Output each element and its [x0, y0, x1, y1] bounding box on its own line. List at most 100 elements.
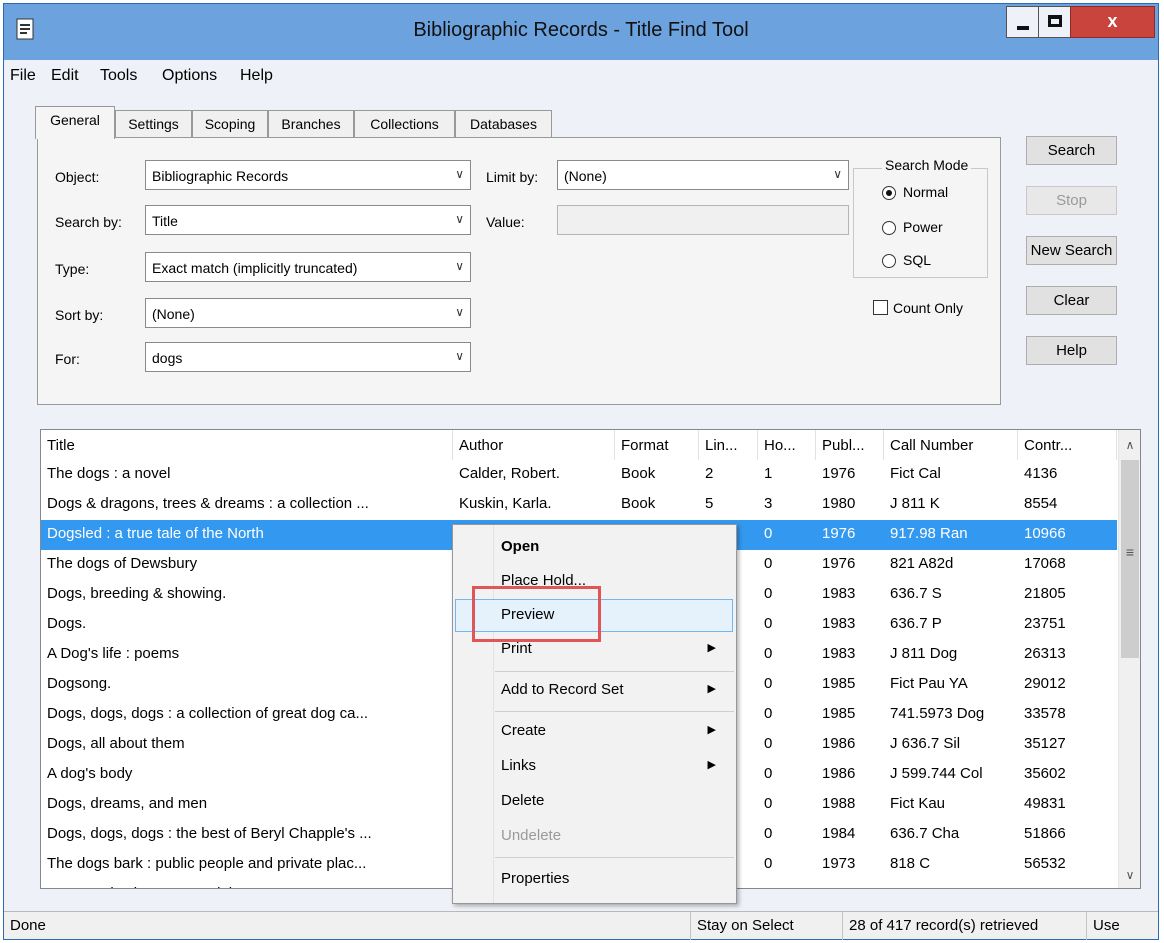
- type-select[interactable]: Exact match (implicitly truncated) ∨: [145, 252, 471, 282]
- menu-help[interactable]: Help: [240, 67, 273, 85]
- cell-title: Dogsled : a true tale of the North: [47, 525, 264, 542]
- col-header-format[interactable]: Format: [615, 430, 699, 460]
- menu-edit[interactable]: Edit: [51, 67, 79, 85]
- clear-button[interactable]: Clear: [1026, 286, 1117, 315]
- search-by-select[interactable]: Title ∨: [145, 205, 471, 235]
- radio-normal[interactable]: [882, 186, 896, 200]
- chevron-down-icon: ∨: [833, 167, 842, 181]
- object-select[interactable]: Bibliographic Records ∨: [145, 160, 471, 190]
- object-value: Bibliographic Records: [152, 168, 289, 184]
- stop-button[interactable]: Stop: [1026, 186, 1117, 215]
- menu-tools[interactable]: Tools: [100, 67, 137, 85]
- search-by-value: Title: [152, 213, 178, 229]
- search-mode-title: Search Mode: [882, 157, 972, 173]
- submenu-arrow-icon: ▶: [707, 724, 716, 736]
- tab-branches[interactable]: Branches: [268, 110, 354, 138]
- cell-holds: 0: [764, 675, 773, 692]
- cell-call-number: 917.98 Ran: [890, 525, 968, 542]
- cell-control-number: 21805: [1024, 585, 1066, 602]
- cell-control-number: 4136: [1024, 465, 1058, 482]
- ctx-add-to-record-set[interactable]: Add to Record Set ▶: [453, 674, 736, 706]
- col-header-title[interactable]: Title: [41, 430, 453, 460]
- help-button[interactable]: Help: [1026, 336, 1117, 365]
- chevron-down-icon: ∨: [455, 349, 464, 363]
- status-record-count: 28 of 417 record(s) retrieved: [842, 912, 1086, 940]
- col-header-control-number[interactable]: Contr...: [1018, 430, 1117, 460]
- table-row[interactable]: The dogs : a novel Calder, Robert. Book 2 1 1…: [41, 460, 1117, 490]
- for-input[interactable]: dogs ∨: [145, 342, 471, 372]
- cell-call-number: 818 C: [890, 855, 931, 872]
- new-search-button[interactable]: New Search: [1026, 236, 1117, 265]
- cell-title: Dogsong.: [47, 675, 112, 692]
- cell-holds: 3: [764, 495, 773, 512]
- close-button[interactable]: x: [1070, 6, 1155, 38]
- scroll-up-icon[interactable]: ∧: [1119, 438, 1140, 452]
- radio-normal-label: Normal: [903, 184, 949, 200]
- col-header-links[interactable]: Lin...: [699, 430, 758, 460]
- status-bar: Done Stay on Select 28 of 417 record(s) …: [4, 911, 1158, 940]
- minimize-button[interactable]: [1006, 6, 1039, 38]
- cell-holds: 0: [764, 795, 773, 812]
- tab-general[interactable]: General: [35, 106, 115, 139]
- radio-power[interactable]: [882, 221, 896, 235]
- submenu-arrow-icon: ▶: [707, 642, 716, 654]
- chevron-down-icon: ∨: [455, 167, 464, 181]
- title-bar[interactable]: Bibliographic Records - Title Find Tool …: [4, 4, 1158, 60]
- radio-sql[interactable]: [882, 254, 896, 268]
- submenu-arrow-icon: ▶: [707, 759, 716, 771]
- cell-pub-date: 1986: [822, 735, 856, 752]
- menu-file[interactable]: File: [10, 67, 36, 85]
- grip-icon: ≡: [1125, 544, 1135, 560]
- cell-author: Kuskin, Karla.: [459, 495, 552, 512]
- cell-pub-date: 1983: [822, 645, 856, 662]
- ctx-add-to-record-set-label: Add to Record Set: [501, 681, 624, 698]
- cell-call-number: J 636.7 Sil: [890, 735, 961, 752]
- col-header-author[interactable]: Author: [453, 430, 615, 460]
- cell-pub-date: 1976: [822, 525, 856, 542]
- submenu-arrow-icon: ▶: [707, 683, 716, 695]
- cell-control-number: 57407: [1024, 885, 1116, 888]
- cell-call-number: Fict Pau YA: [890, 675, 968, 692]
- chevron-down-icon: ∨: [455, 212, 464, 226]
- status-stay-on-select[interactable]: Stay on Select: [690, 912, 842, 940]
- maximize-button[interactable]: [1038, 6, 1071, 38]
- tab-scoping[interactable]: Scoping: [192, 110, 268, 138]
- cell-title: The dogs : a novel: [47, 465, 171, 482]
- value-field[interactable]: [557, 205, 849, 235]
- cell-call-number: J 811 Dog: [890, 645, 958, 662]
- col-header-pub-date[interactable]: Publ...: [816, 430, 884, 460]
- sort-by-select[interactable]: (None) ∨: [145, 298, 471, 328]
- search-button[interactable]: Search: [1026, 136, 1117, 165]
- for-label: For:: [55, 351, 80, 367]
- vertical-scrollbar[interactable]: ∧ ≡ ∨: [1118, 430, 1140, 888]
- tab-settings[interactable]: Settings: [115, 110, 192, 138]
- count-only-checkbox[interactable]: [873, 300, 888, 315]
- cell-holds: 0: [764, 705, 773, 722]
- menu-options[interactable]: Options: [162, 67, 217, 85]
- cell-pub-date: 1983: [822, 585, 856, 602]
- ctx-create[interactable]: Create ▶: [453, 715, 736, 747]
- col-header-call-number[interactable]: Call Number: [884, 430, 1018, 460]
- cell-title: Dogs, dogs, dogs : the best of Beryl Cha…: [47, 825, 372, 842]
- radio-power-label: Power: [903, 219, 943, 235]
- cell-pub-date: 1976: [822, 555, 856, 572]
- ctx-links[interactable]: Links ▶: [453, 750, 736, 782]
- cell-holds: 0: [764, 615, 773, 632]
- cell-control-number: 51866: [1024, 825, 1066, 842]
- cell-holds: 0: [764, 885, 816, 888]
- limit-by-select[interactable]: (None) ∨: [557, 160, 849, 190]
- cell-control-number: 23751: [1024, 615, 1066, 632]
- cell-title: Dogs, breeding & showing.: [47, 585, 227, 602]
- tab-databases[interactable]: Databases: [455, 110, 552, 138]
- ctx-open[interactable]: Open: [453, 531, 736, 563]
- window-title: Bibliographic Records - Title Find Tool: [413, 19, 749, 41]
- ctx-properties[interactable]: Properties: [453, 863, 736, 895]
- cell-holds: 1: [764, 465, 773, 482]
- scroll-down-icon[interactable]: ∨: [1119, 868, 1140, 882]
- table-row[interactable]: Dogs & dragons, trees & dreams : a colle…: [41, 490, 1117, 520]
- cell-pub-date: 1988: [822, 795, 856, 812]
- tab-collections[interactable]: Collections: [354, 110, 455, 138]
- ctx-delete[interactable]: Delete: [453, 785, 736, 817]
- col-header-holds[interactable]: Ho...: [758, 430, 816, 460]
- ctx-create-label: Create: [501, 722, 547, 739]
